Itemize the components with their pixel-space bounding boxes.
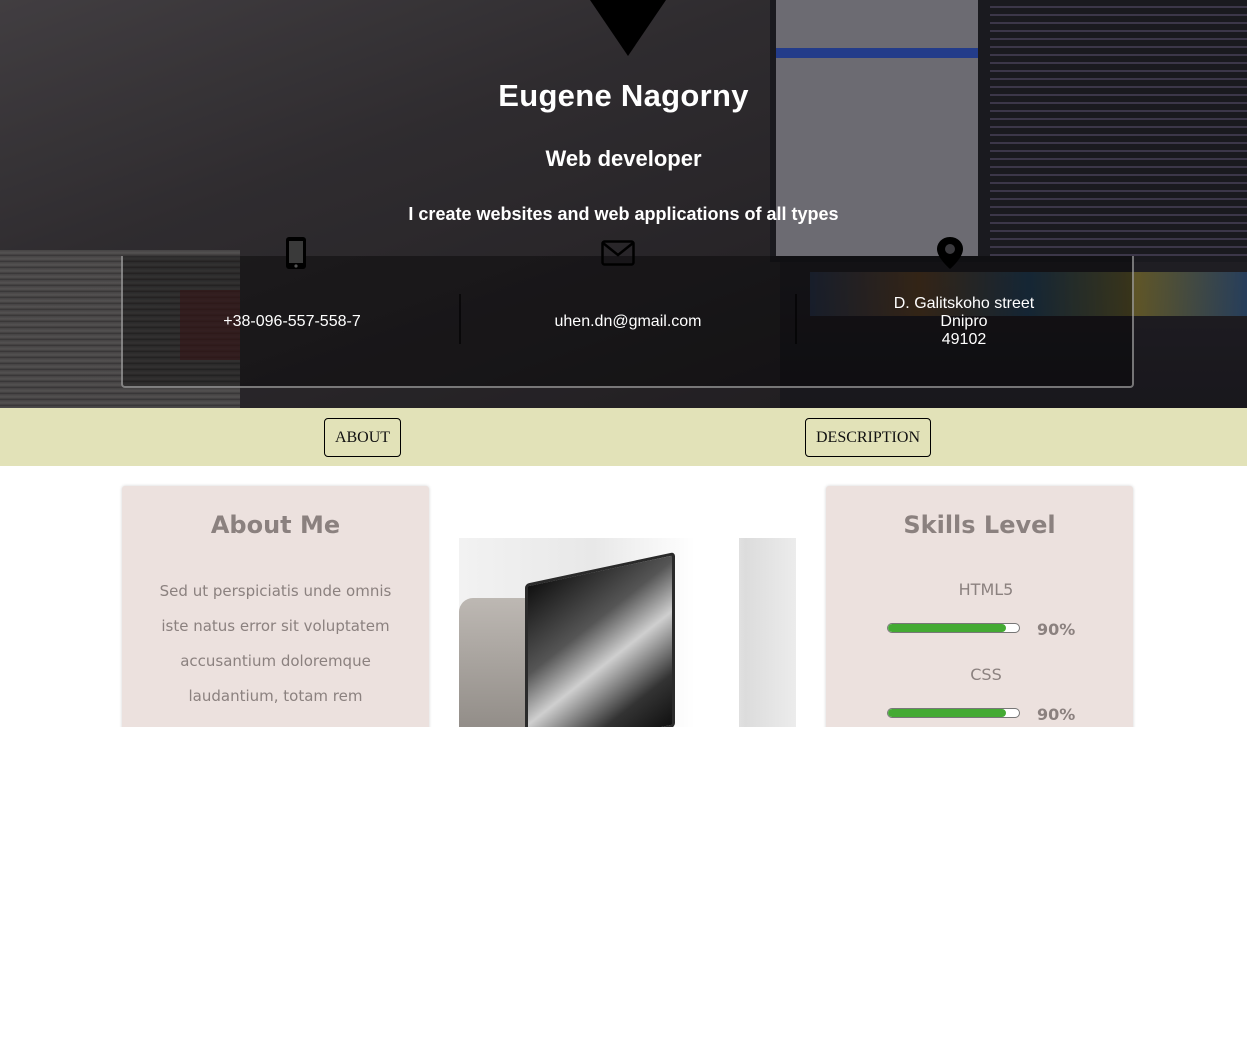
hero-role: Web developer: [545, 146, 702, 171]
skill-name: CSS: [970, 665, 1002, 684]
contact-address: D. Galitskoho street Dnipro 49102: [796, 256, 1132, 388]
skill-progress-fill: [888, 709, 1006, 717]
skill-percent: 90%: [1037, 705, 1076, 724]
address-city: Dnipro: [940, 313, 988, 330]
content-section: About Me Sed ut perspiciatis unde omnis …: [0, 466, 1247, 727]
contact-email[interactable]: uhen.dn@gmail.com: [460, 256, 796, 388]
section-nav: [0, 408, 1247, 466]
address-zip: 49102: [941, 331, 987, 348]
hero-name: Eugene Nagorny: [498, 78, 749, 113]
skill-percent: 90%: [1037, 620, 1076, 639]
skills-title: Skills Level: [903, 511, 1056, 539]
description-button[interactable]: DESCRIPTION: [805, 418, 931, 457]
down-triangle-icon: [590, 0, 666, 56]
skill-progress-bar: [887, 623, 1020, 633]
hero-tagline: I create websites and web applications o…: [408, 204, 839, 224]
address-street: D. Galitskoho street: [893, 295, 1035, 312]
contact-phone[interactable]: +38-096-557-558-7: [124, 256, 460, 388]
about-card: About Me Sed ut perspiciatis unde omnis …: [122, 486, 429, 727]
skill-progress-fill: [888, 624, 1006, 632]
photo-monitor: [525, 552, 675, 727]
skills-card: Skills Level HTML5 90% CSS 90%: [826, 486, 1133, 727]
about-title: About Me: [210, 511, 341, 539]
skill-progress-bar: [887, 708, 1020, 718]
workspace-photo: [459, 538, 796, 727]
skill-name: HTML5: [958, 580, 1014, 599]
about-button[interactable]: ABOUT: [324, 418, 401, 457]
photo-gap: [695, 538, 739, 727]
about-text: Sed ut perspiciatis unde omnis iste natu…: [159, 582, 392, 705]
